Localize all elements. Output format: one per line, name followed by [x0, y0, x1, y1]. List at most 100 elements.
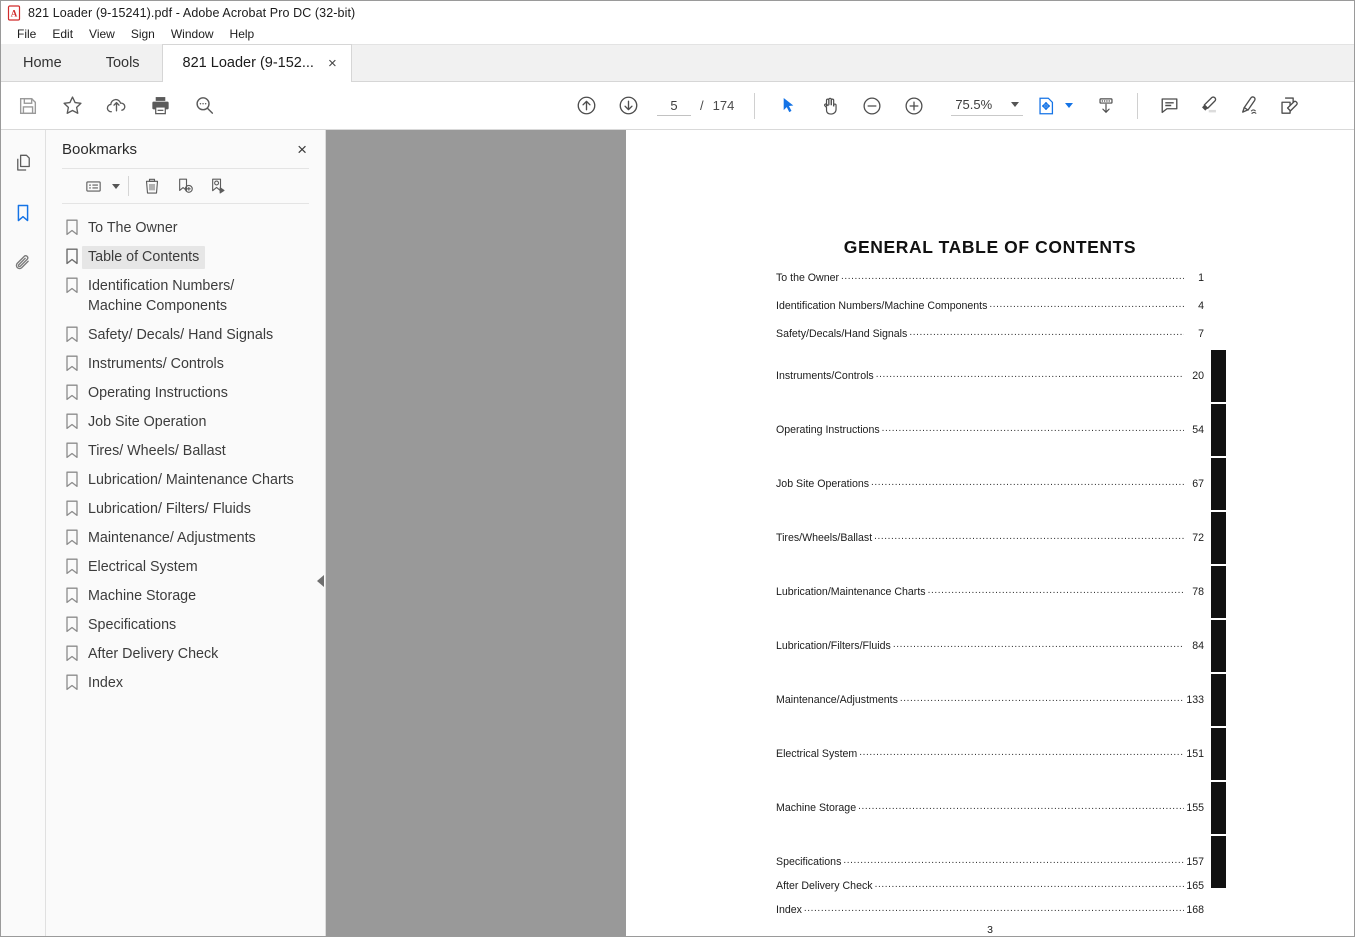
toc-entry-label: Identification Numbers/Machine Component…: [776, 300, 988, 312]
acrobat-window: A 821 Loader (9-15241).pdf - Adobe Acrob…: [0, 0, 1355, 937]
thumb-index-tab: [1211, 728, 1226, 780]
print-button[interactable]: [143, 89, 177, 123]
find-text-button[interactable]: [187, 89, 221, 123]
toc-entry[interactable]: Maintenance/Adjustments.................…: [776, 693, 1204, 706]
thumb-index-tab: [1211, 404, 1226, 456]
add-comment-button[interactable]: [1152, 89, 1186, 123]
toc-entry[interactable]: Operating Instructions..................…: [776, 423, 1204, 436]
menu-view[interactable]: View: [81, 25, 123, 44]
delete-bookmark-button[interactable]: [137, 172, 167, 200]
attachments-button[interactable]: [6, 246, 40, 280]
bookmark-item-lubrication-filters-fluids[interactable]: Lubrication/ Filters/ Fluids: [46, 495, 325, 524]
bookmark-label: Index: [88, 675, 123, 691]
toc-entry-label: Lubrication/Maintenance Charts: [776, 586, 926, 598]
toc-entry[interactable]: Tires/Wheels/Ballast....................…: [776, 531, 1204, 544]
highlight-text-button[interactable]: [1192, 89, 1226, 123]
close-tab-icon[interactable]: ×: [328, 56, 337, 71]
close-panel-icon[interactable]: ×: [293, 139, 311, 160]
main-body: Bookmarks × To The Owner Table of Conten…: [1, 130, 1354, 936]
bookmark-item-lubrication-maintenance-charts[interactable]: Lubrication/ Maintenance Charts: [46, 466, 325, 495]
toc-entry[interactable]: To the Owner............................…: [776, 271, 1204, 284]
toc-entry[interactable]: Lubrication/Filters/Fluids..............…: [776, 639, 1204, 652]
zoom-in-button[interactable]: [897, 89, 931, 123]
zoom-level-select[interactable]: 75.5%: [951, 95, 1024, 116]
toc-entry[interactable]: After Delivery Check....................…: [776, 879, 1204, 892]
select-tool-button[interactable]: [771, 89, 805, 123]
tab-tools[interactable]: Tools: [83, 44, 162, 81]
toc-entry[interactable]: Electrical System.......................…: [776, 747, 1204, 760]
save-button[interactable]: [11, 89, 45, 123]
toc-entry[interactable]: Job Site Operations.....................…: [776, 477, 1204, 490]
bookmark-options-chevron-icon[interactable]: [112, 183, 120, 189]
page-navigation: / 174: [657, 95, 734, 116]
bookmark-item-index[interactable]: Index: [46, 669, 325, 698]
edit-bookmark-button[interactable]: [203, 172, 233, 200]
toc-entry-label: Lubrication/Filters/Fluids: [776, 640, 891, 652]
table-of-contents: To the Owner............................…: [776, 271, 1226, 916]
pdf-viewer[interactable]: GENERAL TABLE OF CONTENTS To the Owner..…: [326, 130, 1354, 936]
bookmark-item-safety-decals-hand-signals[interactable]: Safety/ Decals/ Hand Signals: [46, 321, 325, 350]
toc-entry[interactable]: Safety/Decals/Hand Signals..............…: [776, 327, 1204, 340]
fill-and-sign-button[interactable]: [1272, 89, 1306, 123]
bookmark-options-button[interactable]: [78, 172, 108, 200]
toc-entry[interactable]: Index...................................…: [776, 903, 1204, 916]
menu-edit[interactable]: Edit: [44, 25, 81, 44]
bookmarks-button[interactable]: [6, 196, 40, 230]
next-page-button[interactable]: [611, 89, 645, 123]
page-separator: /: [700, 98, 704, 113]
toc-entry[interactable]: Instruments/Controls....................…: [776, 369, 1204, 382]
bookmark-icon: [62, 248, 82, 265]
bookmark-item-table-of-contents[interactable]: Table of Contents: [46, 243, 325, 272]
bookmark-item-operating-instructions[interactable]: Operating Instructions: [46, 379, 325, 408]
toc-entry[interactable]: Identification Numbers/Machine Component…: [776, 299, 1204, 312]
bookmark-item-maintenance-adjustments[interactable]: Maintenance/ Adjustments: [46, 524, 325, 553]
tab-home[interactable]: Home: [1, 44, 84, 81]
bookmark-item-electrical-system[interactable]: Electrical System: [46, 553, 325, 582]
toc-entry-page: 157: [1186, 856, 1204, 868]
toc-entry[interactable]: Specifications..........................…: [776, 855, 1204, 868]
bookmark-icon: [62, 355, 82, 372]
toc-entry[interactable]: Lubrication/Maintenance Charts..........…: [776, 585, 1204, 598]
bookmark-icon: [62, 219, 82, 236]
toc-entry-label: After Delivery Check: [776, 880, 873, 892]
navigation-rail: [1, 130, 46, 936]
bookmark-item-machine-storage[interactable]: Machine Storage: [46, 582, 325, 611]
new-bookmark-button[interactable]: [170, 172, 200, 200]
menu-window[interactable]: Window: [163, 25, 222, 44]
cloud-upload-button[interactable]: [99, 89, 133, 123]
toc-entry[interactable]: Machine Storage.........................…: [776, 801, 1204, 814]
bookmark-item-specifications[interactable]: Specifications: [46, 611, 325, 640]
menu-sign[interactable]: Sign: [123, 25, 163, 44]
page-number-input[interactable]: [657, 95, 691, 116]
toolbar-divider-2: [1137, 92, 1138, 119]
tab-document-label: 821 Loader (9-152...: [182, 55, 314, 71]
bookmark-item-identification-numbers[interactable]: Identification Numbers/ Machine Componen…: [46, 272, 325, 321]
toc-entry-page: 7: [1198, 328, 1204, 340]
favorite-star-button[interactable]: [55, 89, 89, 123]
bookmark-item-job-site-operation[interactable]: Job Site Operation: [46, 408, 325, 437]
fit-page-chevron-icon[interactable]: [1065, 103, 1073, 108]
svg-text:A: A: [11, 9, 18, 19]
zoom-out-button[interactable]: [855, 89, 889, 123]
bookmark-icon: [62, 326, 82, 343]
fit-page-button[interactable]: [1029, 89, 1063, 123]
previous-page-button[interactable]: [569, 89, 603, 123]
toc-entry-label: Tires/Wheels/Ballast: [776, 532, 873, 544]
menu-file[interactable]: File: [9, 25, 44, 44]
page-folio-number: 3: [987, 924, 993, 936]
collapse-panel-handle[interactable]: [314, 570, 326, 592]
bookmark-label: Operating Instructions: [88, 385, 228, 401]
bookmark-item-tires-wheels-ballast[interactable]: Tires/ Wheels/ Ballast: [46, 437, 325, 466]
hand-tool-button[interactable]: [813, 89, 847, 123]
bookmark-item-to-the-owner[interactable]: To The Owner: [46, 214, 325, 243]
page-display-button[interactable]: [1089, 89, 1123, 123]
tab-document[interactable]: 821 Loader (9-152... ×: [161, 44, 352, 82]
toc-entry-label: Instruments/Controls: [776, 370, 874, 382]
bookmark-label: Table of Contents: [88, 249, 200, 265]
bookmark-item-instruments-controls[interactable]: Instruments/ Controls: [46, 350, 325, 379]
bookmark-item-after-delivery-check[interactable]: After Delivery Check: [46, 640, 325, 669]
draw-free-form-button[interactable]: [1232, 89, 1266, 123]
page-thumbnails-button[interactable]: [6, 146, 40, 180]
menu-help[interactable]: Help: [222, 25, 263, 44]
main-toolbar: / 174: [1, 82, 1354, 130]
